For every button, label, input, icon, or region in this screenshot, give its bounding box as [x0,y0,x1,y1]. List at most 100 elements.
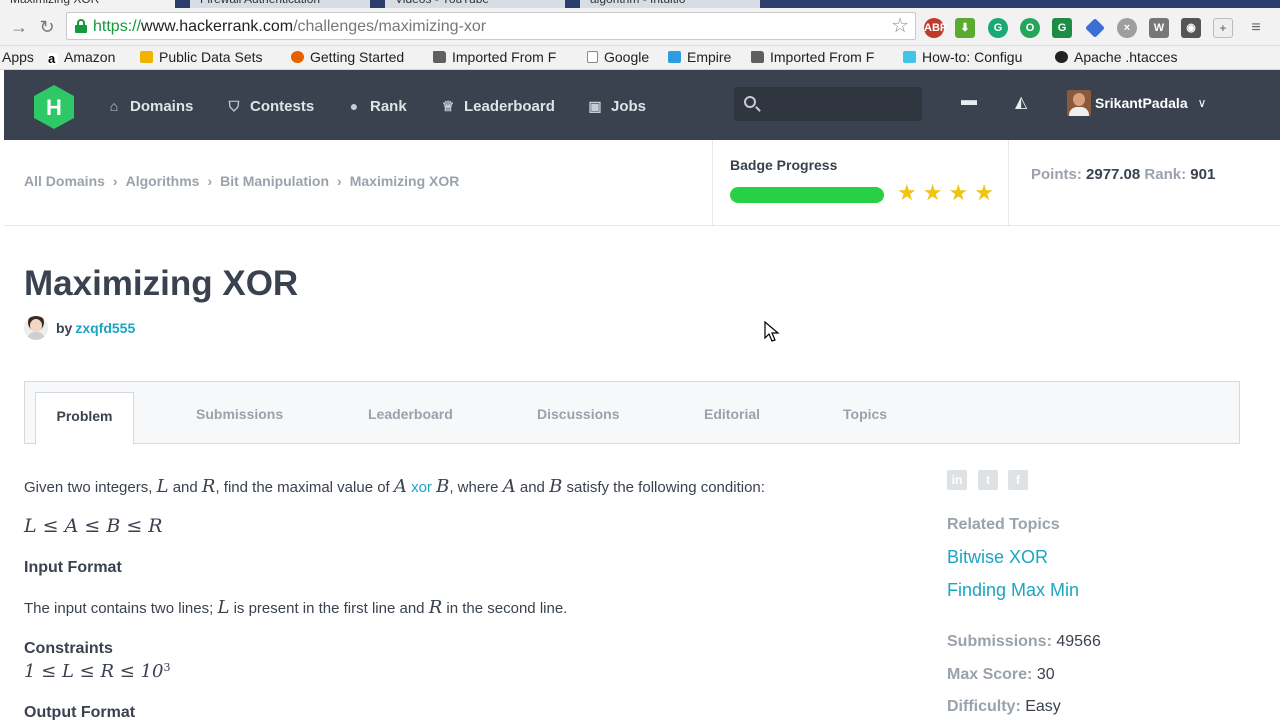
chevron-right-icon: › [337,173,342,189]
search-input[interactable] [734,87,922,121]
user-menu[interactable]: SrikantPadala ∨ [1067,90,1206,116]
bookmarks-bar: Apps a Amazon Public Data Sets Getting St… [0,46,1280,70]
tab-leaderboard[interactable]: Leaderboard [368,406,453,422]
page-title: Maximizing XOR [24,264,299,303]
browser-tab[interactable]: Maximizing XOR [0,0,175,8]
challenge-tabs: Problem Submissions Leaderboard Discussi… [24,381,1240,445]
nav-leaderboard[interactable]: ♕ Leaderboard [440,96,555,116]
topic-link-bitwise-xor[interactable]: Bitwise XOR [947,547,1048,568]
nav-domains[interactable]: ⌂ Domains [106,96,194,116]
mouse-cursor-icon [764,321,780,342]
breadcrumb-bit-manipulation[interactable]: Bit Manipulation [220,173,329,189]
challenge-author: by zxqfd555 [24,316,135,340]
amazon-icon: a [48,52,58,65]
svg-text:H: H [46,95,62,120]
topic-link-finding-max-min[interactable]: Finding Max Min [947,580,1079,601]
notifications-icon[interactable]: ◭ [1015,92,1027,112]
author-link[interactable]: zxqfd555 [75,320,135,336]
firefox-icon [291,51,304,63]
bookmark-star-icon[interactable]: ☆ [891,15,909,37]
breadcrumb: All Domains › Algorithms › Bit Manipulation ›… [24,173,459,189]
browser-tab-strip: Maximizing XOR Firewall Authentication V… [0,0,1280,8]
tab-topics[interactable]: Topics [843,406,887,422]
bookmark-howto[interactable]: How-to: Configu [903,48,1022,68]
menu-icon[interactable]: ≡ [1246,18,1266,38]
bookmark-google[interactable]: Google [587,48,649,68]
tab-discussions[interactable]: Discussions [537,406,619,422]
bookmark-amazon[interactable]: a Amazon [48,48,115,68]
avatar [1067,90,1091,116]
user-stats: Points: 2977.08 Rank: 901 [1031,166,1216,183]
input-format-text: The input contains two lines; L is prese… [24,597,568,618]
bookmark-getting-started[interactable]: Getting Started [291,48,404,68]
cube-icon [140,51,153,63]
trophy-icon: ♕ [441,98,455,114]
twitter-icon[interactable]: t [978,470,998,490]
diamond-extension-icon[interactable] [1085,18,1105,38]
wikipedia-icon[interactable]: W [1149,18,1169,38]
badge-stars: ★★★★ [897,180,1000,206]
bookmark-apps[interactable]: Apps [2,48,34,68]
search-icon [744,96,756,108]
nav-jobs[interactable]: ▣ Jobs [587,96,646,116]
linkedin-icon[interactable]: in [947,470,967,490]
facebook-icon[interactable]: f [1008,470,1028,490]
evernote-extension-icon[interactable]: O [1020,18,1040,38]
breadcrumb-all-domains[interactable]: All Domains [24,173,105,189]
rank-value: 901 [1190,166,1216,183]
close-extension-icon[interactable]: × [1117,18,1137,38]
chevron-down-icon: ∨ [1197,96,1207,110]
apache-icon [1055,51,1068,63]
reload-icon[interactable]: ↻ [36,16,58,38]
submissions-count: Submissions: 49566 [947,633,1101,650]
sheets-extension-icon[interactable]: G [1052,18,1072,38]
bookmark-folder[interactable]: Imported From F [433,48,556,68]
breadcrumb-algorithms[interactable]: Algorithms [126,173,200,189]
star-icon: ★ [948,180,975,205]
grammar-extension-icon[interactable]: G [988,18,1008,38]
difficulty: Difficulty: Easy [947,698,1061,715]
input-format-heading: Input Format [24,559,122,576]
badge-progress-panel: Badge Progress ★★★★ [712,140,1009,226]
username: SrikantPadala [1095,95,1188,111]
shield-icon: ⛉ [228,98,240,114]
nav-rank[interactable]: ● Rank [346,96,407,116]
author-avatar [24,316,48,340]
statement-paragraph: Given two integers, L and R, find the ma… [24,476,765,497]
briefcase-icon: ▣ [588,98,602,114]
c-icon [903,51,916,63]
bookmark-folder[interactable]: Imported From F [751,48,874,68]
bookmark-public-data[interactable]: Public Data Sets [140,48,263,68]
hackerrank-logo[interactable]: H [32,84,76,130]
folder-icon [751,51,764,63]
chevron-right-icon: › [207,173,213,189]
browser-tab[interactable]: Videos - YouTube [385,0,565,8]
folder-icon [433,51,446,63]
constraints-heading: Constraints [24,640,113,657]
address-bar[interactable]: https://www.hackerrank.com/challenges/ma… [66,12,916,40]
browser-tab[interactable]: Firewall Authentication [190,0,370,8]
tab-submissions[interactable]: Submissions [196,406,283,422]
bookmark-empire[interactable]: Empire [668,48,731,68]
adblock-icon[interactable]: ABP [924,18,947,38]
nav-contests[interactable]: ⛉ Contests [226,96,314,116]
page-icon [587,51,598,63]
plus-extension-icon[interactable]: + [1213,18,1233,38]
badge-title: Badge Progress [730,157,838,173]
url-text: https://www.hackerrank.com/challenges/ma… [93,18,487,35]
star-icon: ★ [922,180,949,205]
breadcrumb-current: Maximizing XOR [349,173,460,189]
forward-icon[interactable]: → [8,16,30,38]
browser-toolbar: → ↻ https://www.hackerrank.com/challenge… [0,8,1280,46]
xor-link[interactable]: xor [411,479,432,496]
github-icon[interactable]: ◉ [1181,18,1201,38]
home-icon: ⌂ [109,98,119,114]
bookmark-apache[interactable]: Apache .htacces [1055,48,1178,68]
tab-editorial[interactable]: Editorial [704,406,760,422]
browser-tab[interactable]: algorithm - Intuitio [580,0,760,8]
rank-icon: ● [349,98,359,114]
points-value: 2977.08 [1086,166,1141,183]
messages-icon[interactable]: ▬ [961,92,977,110]
tab-problem[interactable]: Problem [35,392,134,445]
download-icon[interactable]: ⬇ [955,18,975,38]
